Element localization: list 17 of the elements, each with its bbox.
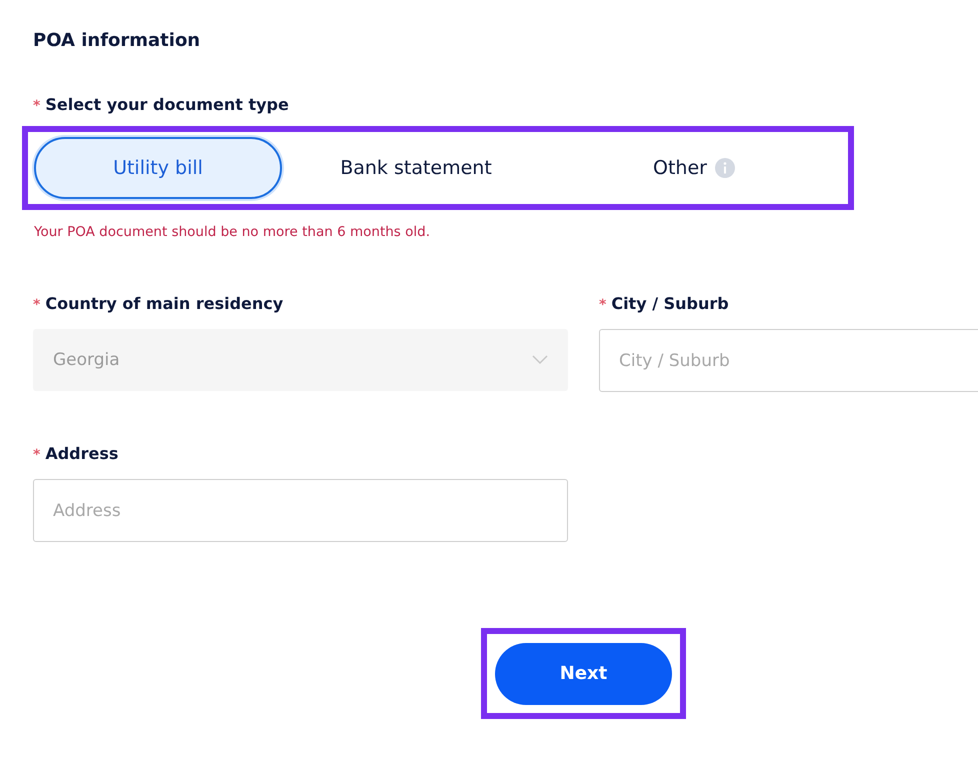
required-asterisk: * <box>599 297 606 313</box>
hint-text: Your POA document should be no more than 6 months old. <box>34 224 431 240</box>
document-type-option[interactable]: Other <box>570 137 818 199</box>
address-input[interactable]: Address <box>33 479 568 542</box>
field-label: Country of main residency <box>45 294 284 313</box>
city-input[interactable]: City / Suburb <box>599 329 978 392</box>
field-label: City / Suburb <box>611 294 729 313</box>
section-title: POA information <box>33 30 202 51</box>
next-button[interactable]: Next <box>495 642 672 704</box>
document-type-option[interactable]: Utility bill <box>34 137 282 199</box>
chevron-down-icon <box>532 355 548 365</box>
required-asterisk: * <box>33 297 40 313</box>
field-label: Address <box>45 444 118 463</box>
required-asterisk: * <box>33 447 40 463</box>
field-label: Select your document type <box>45 95 289 114</box>
required-asterisk: * <box>33 98 40 114</box>
document-type-option[interactable]: Bank statement <box>292 137 540 199</box>
